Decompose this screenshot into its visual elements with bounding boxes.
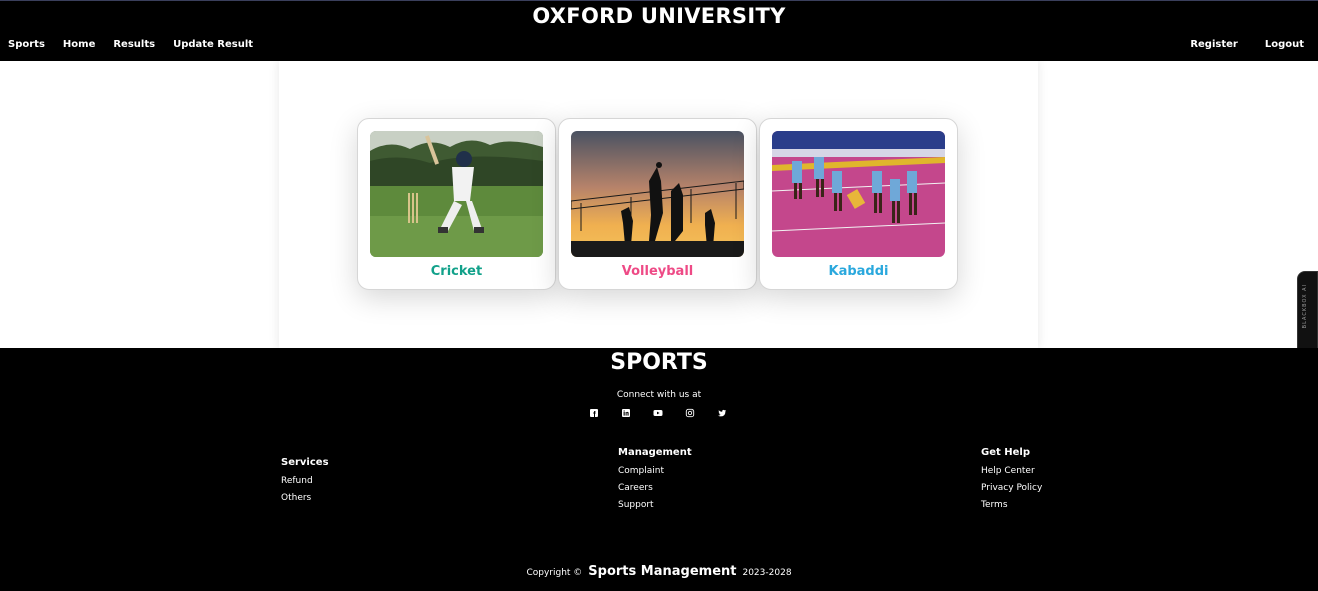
sports-panel: Cricket Volleyball Kabaddi <box>279 61 1038 348</box>
linkedin-icon[interactable] <box>621 408 631 418</box>
nav-results-link[interactable]: Results <box>113 39 155 50</box>
facebook-icon[interactable] <box>589 408 599 418</box>
instagram-icon[interactable] <box>685 408 695 418</box>
support-link[interactable]: Support <box>618 500 692 510</box>
volleyball-image <box>571 131 744 257</box>
cricket-image <box>370 131 543 257</box>
footer-col-services: Services Refund Others <box>281 457 329 510</box>
kabaddi-image <box>772 131 945 257</box>
copyright-line: Copyright © Sports Management 2023-2028 <box>0 564 1318 579</box>
account-nav: Register Logout <box>1190 39 1304 50</box>
nav-sports-link[interactable]: Sports <box>8 39 45 50</box>
site-header: OXFORD UNIVERSITY Sports Home Results Up… <box>0 0 1318 61</box>
copyright-years: 2023-2028 <box>742 568 792 578</box>
footer-col-get-help: Get Help Help Center Privacy Policy Term… <box>981 447 1042 517</box>
site-title: OXFORD UNIVERSITY <box>532 4 786 28</box>
sport-card-volleyball[interactable]: Volleyball <box>558 118 757 290</box>
main-nav: Sports Home Results Update Result <box>8 39 253 50</box>
complaint-link[interactable]: Complaint <box>618 466 692 476</box>
connect-text: Connect with us at <box>616 390 702 400</box>
copyright-prefix: Copyright © <box>526 568 583 578</box>
privacy-policy-link[interactable]: Privacy Policy <box>981 483 1042 493</box>
management-heading: Management <box>618 447 692 458</box>
nav-home-link[interactable]: Home <box>63 39 95 50</box>
terms-link[interactable]: Terms <box>981 500 1042 510</box>
logout-link[interactable]: Logout <box>1265 39 1304 50</box>
copyright-brand: Sports Management <box>588 564 737 579</box>
nav-update-result-link[interactable]: Update Result <box>173 39 253 50</box>
help-center-link[interactable]: Help Center <box>981 466 1042 476</box>
sport-card-kabaddi[interactable]: Kabaddi <box>759 118 958 290</box>
footer-col-management: Management Complaint Careers Support <box>618 447 692 517</box>
careers-link[interactable]: Careers <box>618 483 692 493</box>
footer-title: SPORTS <box>610 350 708 375</box>
sport-card-cricket[interactable]: Cricket <box>357 118 556 290</box>
assistant-side-tab[interactable]: BLACKBOX AI <box>1297 271 1318 357</box>
card-label-kabaddi: Kabaddi <box>828 264 889 279</box>
youtube-icon[interactable] <box>653 408 663 418</box>
register-link[interactable]: Register <box>1190 39 1238 50</box>
get-help-heading: Get Help <box>981 447 1030 458</box>
others-link[interactable]: Others <box>281 493 329 503</box>
side-tab-label: BLACKBOX AI <box>1302 284 1308 329</box>
refund-link[interactable]: Refund <box>281 476 329 486</box>
twitter-icon[interactable] <box>717 408 727 418</box>
card-label-volleyball: Volleyball <box>621 264 694 279</box>
card-label-cricket: Cricket <box>430 264 483 279</box>
site-footer: SPORTS Connect with us at Services Refun… <box>0 348 1318 591</box>
services-heading: Services <box>281 457 329 468</box>
